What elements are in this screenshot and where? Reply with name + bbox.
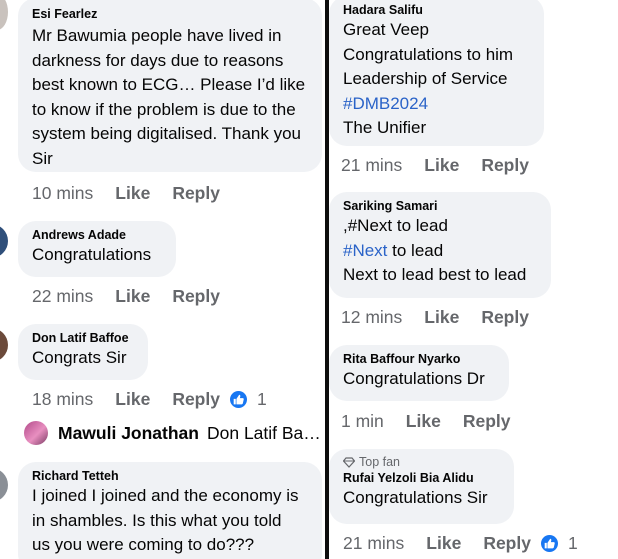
comment-actions: 21 mins Like Reply 1: [343, 533, 578, 554]
avatar[interactable]: [0, 328, 8, 362]
comment-bubble: Sariking Samari ,#Next to lead #Next to …: [329, 192, 551, 298]
comment-time[interactable]: 18 mins: [32, 389, 93, 410]
comment-line: ,#Next to lead: [343, 216, 448, 235]
like-button[interactable]: Like: [406, 411, 441, 432]
comment-author[interactable]: Esi Fearlez: [32, 6, 310, 22]
comment-line: Great Veep: [343, 20, 430, 39]
comment-bubble: Hadara Salifu Great Veep Congratulations…: [329, 0, 544, 146]
comment-time[interactable]: 21 mins: [341, 155, 402, 176]
like-button[interactable]: Like: [115, 286, 150, 307]
comment-bubble: Rita Baffour Nyarko Congratulations Dr: [329, 345, 509, 401]
reply-button[interactable]: Reply: [172, 286, 220, 307]
comment-author[interactable]: Rufai Yelzoli Bia Alidu: [343, 470, 502, 486]
top-fan-badge: Top fan: [343, 455, 502, 470]
comment-text: Congrats Sir: [32, 348, 127, 367]
comment-time[interactable]: 21 mins: [343, 533, 404, 554]
top-fan-label: Top fan: [359, 455, 401, 469]
like-button[interactable]: Like: [426, 533, 461, 554]
comment-time[interactable]: 12 mins: [341, 307, 402, 328]
avatar: [24, 421, 48, 445]
comment-line-rest: to lead: [387, 240, 444, 260]
comment-text: Mr Bawumia people have lived in darkness…: [32, 26, 306, 168]
comment-actions: 21 mins Like Reply: [341, 155, 551, 176]
diamond-icon: [343, 457, 355, 468]
comment-actions: 12 mins Like Reply: [341, 307, 551, 328]
comment-text: Congratulations: [32, 245, 152, 264]
comment-bubble: Esi Fearlez Mr Bawumia people have lived…: [18, 0, 322, 172]
comment-bubble: Richard Tetteh I joined I joined and the…: [18, 462, 322, 559]
reply-button[interactable]: Reply: [172, 183, 220, 204]
reaction-summary[interactable]: 1: [540, 533, 578, 554]
comment-bubble: Top fan Rufai Yelzoli Bia Alidu Congratu…: [329, 449, 514, 524]
comment-author[interactable]: Sariking Samari: [343, 198, 539, 214]
reply-button[interactable]: Reply: [483, 533, 531, 554]
reaction-summary[interactable]: 1: [229, 389, 267, 410]
reply-button[interactable]: Reply: [481, 307, 529, 328]
avatar[interactable]: [0, 224, 8, 258]
comment-actions: 10 mins Like Reply: [32, 183, 242, 204]
comment-line: The Unifier: [343, 118, 427, 137]
comment-line: #Next to lead: [343, 239, 539, 264]
comment-text: Congratulations Dr: [343, 369, 485, 388]
comment-author[interactable]: Richard Tetteh: [32, 468, 310, 484]
comment-author[interactable]: Hadara Salifu: [343, 2, 532, 18]
comment-author[interactable]: Don Latif Baffoe: [32, 330, 136, 346]
comment-bubble: Andrews Adade Congratulations: [18, 221, 176, 277]
comment-time[interactable]: 22 mins: [32, 286, 93, 307]
thumbs-up-icon: [229, 391, 247, 408]
reply-author[interactable]: Mawuli Jonathan: [58, 423, 199, 444]
comment-actions: 18 mins Like Reply 1: [32, 389, 267, 410]
comment-bubble: Don Latif Baffoe Congrats Sir: [18, 324, 148, 380]
reply-button[interactable]: Reply: [172, 389, 220, 410]
hashtag-link[interactable]: #DMB2024: [343, 92, 532, 117]
reaction-count: 1: [567, 533, 578, 553]
comment-author[interactable]: Rita Baffour Nyarko: [343, 351, 497, 367]
comment-line: Congratulations to him: [343, 44, 514, 64]
avatar[interactable]: [0, 0, 8, 30]
like-button[interactable]: Like: [115, 183, 150, 204]
comment-time[interactable]: 1 min: [341, 411, 384, 432]
like-button[interactable]: Like: [115, 389, 150, 410]
reply-preview[interactable]: Mawuli Jonathan Don Latif Ba…: [24, 421, 321, 445]
avatar[interactable]: [0, 468, 8, 502]
reply-button[interactable]: Reply: [481, 155, 529, 176]
comment-line: Leadership of Service: [343, 69, 508, 88]
comment-line: Next to lead best to lead: [343, 265, 527, 284]
comment-text: I joined I joined and the economy is in …: [32, 486, 299, 554]
like-button[interactable]: Like: [424, 155, 459, 176]
thumbs-up-icon: [540, 535, 558, 552]
comment-actions: 22 mins Like Reply: [32, 286, 242, 307]
comment-text: Congratulations Sir: [343, 488, 488, 507]
comment-actions: 1 min Like Reply: [341, 411, 532, 432]
comment-author[interactable]: Andrews Adade: [32, 227, 164, 243]
reaction-count: 1: [256, 389, 267, 409]
comment-time[interactable]: 10 mins: [32, 183, 93, 204]
reply-button[interactable]: Reply: [463, 411, 511, 432]
reply-snippet: Don Latif Ba…: [206, 422, 321, 443]
right-comments-panel: Hadara Salifu Great Veep Congratulations…: [329, 0, 618, 559]
hashtag-link[interactable]: #Next: [343, 241, 387, 260]
left-comments-panel: Esi Fearlez Mr Bawumia people have lived…: [0, 0, 325, 559]
like-button[interactable]: Like: [424, 307, 459, 328]
